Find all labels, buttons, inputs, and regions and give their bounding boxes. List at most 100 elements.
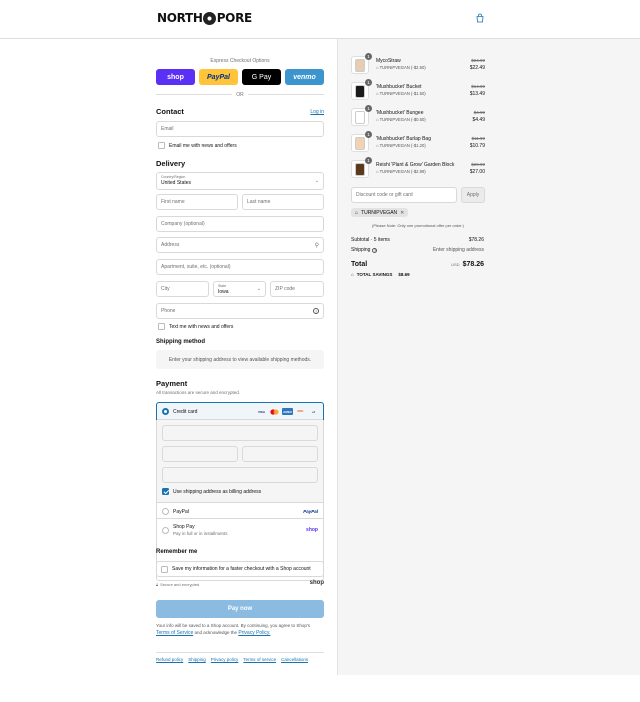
shop-pay-option-label: Shop Pay bbox=[173, 524, 195, 530]
pay-now-button[interactable]: Pay now bbox=[156, 600, 324, 618]
product-image-icon bbox=[355, 84, 365, 98]
shop-pay-radio[interactable] bbox=[162, 526, 169, 534]
last-name-field[interactable]: Last name bbox=[242, 194, 324, 210]
save-info-box[interactable]: Save my information for a faster checkou… bbox=[156, 561, 324, 577]
company-field[interactable]: Company (optional) bbox=[156, 216, 324, 232]
quantity-badge: 1 bbox=[365, 105, 372, 112]
product-name: 'Mushbucket' Bucket bbox=[376, 84, 422, 90]
state-value: Iowa bbox=[218, 289, 229, 295]
discounted-price: $27.00 bbox=[469, 169, 485, 175]
save-info-checkbox[interactable] bbox=[161, 565, 168, 573]
visa-icon: VISA bbox=[257, 409, 265, 414]
cart-item: 1 Reishi 'Plant & Grow' Garden Block ⌂ TUR… bbox=[351, 157, 485, 180]
discount-tag-code: TURNIPVEGAN bbox=[361, 209, 398, 216]
billing-same-checkbox[interactable] bbox=[162, 488, 169, 495]
card-number-field[interactable] bbox=[162, 425, 318, 441]
newsletter-row[interactable]: Email me with news and offers bbox=[158, 142, 237, 149]
discount-code-applied: ⌂ TURNIPVEGAN (-$0.50) bbox=[376, 117, 426, 122]
savings-value: $8.69 bbox=[398, 272, 410, 277]
first-name-field[interactable]: First name bbox=[156, 194, 238, 210]
login-link[interactable]: Log in bbox=[310, 109, 324, 115]
cancellations-link[interactable]: Cancellations bbox=[281, 657, 308, 662]
city-field[interactable]: City bbox=[156, 281, 209, 297]
remove-discount-icon[interactable]: ✕ bbox=[400, 210, 404, 216]
text-me-label: Text me with news and offers bbox=[169, 323, 234, 330]
privacy-policy-footer-link[interactable]: Privacy policy bbox=[211, 657, 239, 662]
name-on-card-field[interactable] bbox=[162, 467, 318, 483]
promo-note: (Please Note: Only one promotional offer… bbox=[372, 223, 464, 228]
savings-label: TOTAL SAVINGS bbox=[356, 272, 393, 277]
save-info-label: Save my information for a faster checkou… bbox=[172, 566, 311, 572]
country-label: Country/Region bbox=[161, 175, 186, 179]
google-pay-button[interactable]: G Pay bbox=[242, 69, 281, 85]
spore-logo-icon bbox=[203, 11, 217, 25]
product-image-icon bbox=[355, 58, 365, 72]
company-placeholder: Company (optional) bbox=[161, 221, 205, 227]
order-summary-panel: 1 MycoStraw ⌂ TURNIPVEGAN (-$2.50) $24.99 $2… bbox=[337, 39, 640, 675]
credit-card-row[interactable]: Credit card VISA AMEX DISC +6 bbox=[157, 405, 323, 418]
original-price: $14.99 bbox=[471, 84, 485, 89]
discount-code-applied: ⌂ TURNIPVEGAN (-$2.99) bbox=[376, 169, 426, 174]
shopping-bag-icon[interactable] bbox=[475, 13, 485, 23]
paypal-option[interactable]: PayPal PayPal bbox=[157, 505, 323, 519]
security-code-field[interactable] bbox=[242, 446, 318, 462]
search-icon: ⚲ bbox=[314, 243, 319, 249]
paypal-button[interactable]: PayPal bbox=[199, 69, 238, 85]
help-icon[interactable]: ? bbox=[372, 247, 378, 253]
newsletter-checkbox[interactable] bbox=[158, 142, 165, 149]
text-me-row[interactable]: Text me with news and offers bbox=[158, 323, 233, 330]
credit-card-label: Credit card bbox=[173, 408, 198, 415]
email-field[interactable]: Email bbox=[156, 121, 324, 137]
tag-icon: ⌂ bbox=[351, 272, 354, 277]
total-value-row: USD $78.26 bbox=[451, 261, 484, 268]
cart-item: 1 'Mushbucket' Bucket ⌂ TURNIPVEGAN (-$1.5… bbox=[351, 79, 485, 102]
shop-pay-option[interactable]: Shop Pay Pay in full or in installments … bbox=[157, 520, 323, 540]
brand-logo[interactable]: NORTH PORE bbox=[157, 11, 252, 25]
express-checkout-title: Express Checkout Options bbox=[210, 58, 270, 64]
address-field[interactable]: Address ⚲ bbox=[156, 237, 324, 253]
discount-code-input[interactable]: Discount code or gift card bbox=[351, 187, 457, 203]
shop-pay-button[interactable]: shop bbox=[156, 69, 195, 85]
apply-discount-button[interactable]: Apply bbox=[461, 187, 485, 203]
terms-body: Your info will be saved to a Shop accoun… bbox=[156, 623, 311, 628]
credit-card-radio[interactable] bbox=[162, 408, 169, 415]
state-select[interactable]: State Iowa ⌄ bbox=[213, 281, 266, 297]
original-price: $29.99 bbox=[471, 162, 485, 167]
first-name-placeholder: First name bbox=[161, 199, 185, 205]
country-select[interactable]: Country/Region United States ⌄ bbox=[156, 172, 324, 190]
shipping-link[interactable]: Shipping bbox=[188, 657, 206, 662]
privacy-policy-link[interactable]: Privacy Policy. bbox=[238, 630, 270, 636]
quantity-badge: 1 bbox=[365, 157, 372, 164]
country-value: United States bbox=[161, 180, 192, 186]
terms-of-service-link[interactable]: Terms of Service bbox=[156, 630, 193, 636]
billing-same-label: Use shipping address as billing address bbox=[173, 488, 262, 495]
venmo-button[interactable]: venmo bbox=[285, 69, 324, 85]
refund-policy-link[interactable]: Refund policy bbox=[156, 657, 183, 662]
discover-icon: DISC bbox=[297, 410, 304, 413]
secure-label: Secure and encrypted bbox=[160, 582, 200, 587]
shipping-method-message: Enter your shipping address to view avai… bbox=[168, 356, 312, 363]
phone-field[interactable]: Phone ? bbox=[156, 303, 324, 319]
state-label: State bbox=[218, 284, 227, 288]
paypal-label: PayPal bbox=[207, 73, 230, 81]
zip-field[interactable]: ZIP code bbox=[270, 281, 324, 297]
text-me-checkbox[interactable] bbox=[158, 323, 165, 330]
billing-same-row[interactable]: Use shipping address as billing address bbox=[162, 488, 261, 495]
original-price: $11.99 bbox=[471, 136, 485, 141]
chevron-down-icon: ⌄ bbox=[314, 178, 319, 184]
email-placeholder: Email bbox=[161, 126, 174, 132]
expiration-field[interactable] bbox=[162, 446, 238, 462]
apartment-field[interactable]: Apartment, suite, etc. (optional) bbox=[156, 259, 324, 275]
last-name-placeholder: Last name bbox=[247, 199, 271, 205]
paypal-radio[interactable] bbox=[162, 508, 169, 515]
terms-text: Your info will be saved to a Shop accoun… bbox=[156, 622, 324, 637]
shipping-value: Enter shipping address bbox=[432, 247, 484, 253]
delivery-heading: Delivery bbox=[156, 159, 186, 168]
newsletter-label: Email me with news and offers bbox=[169, 142, 237, 149]
cart-item: 1 'Mushbucket' Bungee ⌂ TURNIPVEGAN (-$0.5… bbox=[351, 105, 485, 128]
apply-label: Apply bbox=[466, 192, 480, 198]
terms-of-service-footer-link[interactable]: Terms of service bbox=[243, 657, 276, 662]
address-placeholder: Address bbox=[161, 242, 180, 248]
help-icon[interactable]: ? bbox=[313, 308, 319, 314]
phone-placeholder: Phone bbox=[161, 308, 176, 314]
